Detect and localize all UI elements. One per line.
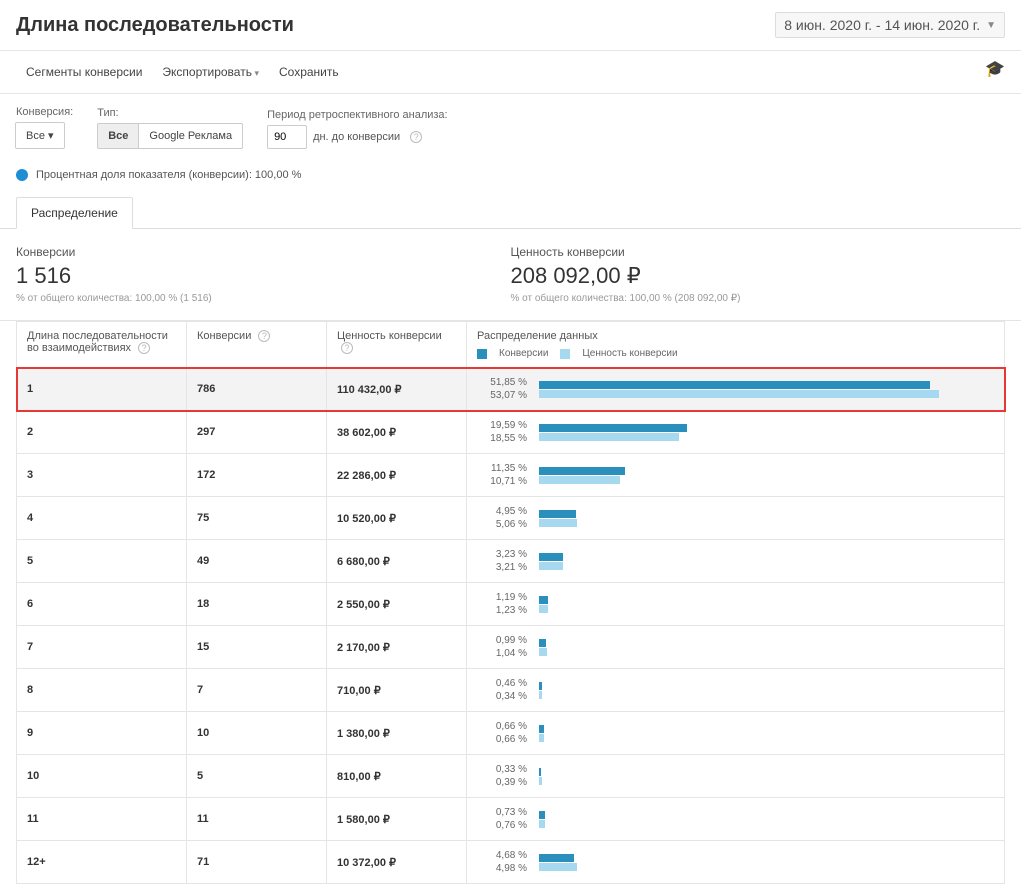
help-icon[interactable]: ?	[138, 342, 150, 354]
type-google-button[interactable]: Google Реклама	[138, 123, 243, 149]
cell-dist: 11,35 %10,71 %	[467, 454, 1005, 497]
conversion-label: Конверсия:	[16, 106, 73, 118]
help-icon[interactable]: ?	[341, 342, 353, 354]
retro-unit: дн. до конверсии	[313, 131, 400, 143]
table-row[interactable]: 6182 550,00 ₽1,19 %1,23 %	[17, 583, 1005, 626]
cell-val: 38 602,00 ₽	[327, 411, 467, 454]
cell-conv: 5	[187, 755, 327, 798]
cell-conv: 18	[187, 583, 327, 626]
summary-conversions-label: Конверсии	[16, 245, 491, 259]
cell-val: 710,00 ₽	[327, 669, 467, 712]
cell-val: 1 580,00 ₽	[327, 798, 467, 841]
cell-val: 810,00 ₽	[327, 755, 467, 798]
help-icon[interactable]: ?	[258, 330, 270, 342]
cell-conv: 786	[187, 368, 327, 411]
cell-conv: 10	[187, 712, 327, 755]
conversion-all-button[interactable]: Все ▾	[15, 122, 65, 149]
chevron-down-icon: ▼	[986, 20, 996, 31]
education-icon[interactable]: 🎓	[985, 59, 1005, 79]
cell-conv: 297	[187, 411, 327, 454]
type-label: Тип:	[97, 107, 243, 119]
cell-dist: 4,68 %4,98 %	[467, 841, 1005, 884]
cell-dist: 0,73 %0,76 %	[467, 798, 1005, 841]
table-row[interactable]: 9101 380,00 ₽0,66 %0,66 %	[17, 712, 1005, 755]
cell-val: 110 432,00 ₽	[327, 368, 467, 411]
cell-conv: 75	[187, 497, 327, 540]
cell-conv: 71	[187, 841, 327, 884]
data-table: Длина последовательности во взаимодейств…	[16, 321, 1005, 884]
legend-text: Процентная доля показателя (конверсии): …	[36, 169, 301, 181]
save-button[interactable]: Сохранить	[269, 59, 349, 85]
table-row[interactable]: 7152 170,00 ₽0,99 %1,04 %	[17, 626, 1005, 669]
th-conv[interactable]: Конверсии ?	[187, 322, 327, 368]
date-range-picker[interactable]: 8 июн. 2020 г. - 14 июн. 2020 г. ▼	[775, 12, 1005, 38]
cell-seq: 4	[17, 497, 187, 540]
table-row[interactable]: 229738 602,00 ₽19,59 %18,55 %	[17, 411, 1005, 454]
type-all-button[interactable]: Все	[97, 123, 139, 149]
summary-value-value: 208 092,00 ₽	[511, 263, 986, 289]
table-row[interactable]: 317222 286,00 ₽11,35 %10,71 %	[17, 454, 1005, 497]
table-row[interactable]: 11111 580,00 ₽0,73 %0,76 %	[17, 798, 1005, 841]
cell-dist: 0,46 %0,34 %	[467, 669, 1005, 712]
cell-val: 10 372,00 ₽	[327, 841, 467, 884]
table-row[interactable]: 105810,00 ₽0,33 %0,39 %	[17, 755, 1005, 798]
tab-distribution[interactable]: Распределение	[16, 197, 133, 229]
date-range-text: 8 июн. 2020 г. - 14 июн. 2020 г.	[784, 17, 980, 33]
summary-conversions-value: 1 516	[16, 263, 491, 289]
cell-dist: 0,99 %1,04 %	[467, 626, 1005, 669]
table-row[interactable]: 47510 520,00 ₽4,95 %5,06 %	[17, 497, 1005, 540]
cell-dist: 51,85 %53,07 %	[467, 368, 1005, 411]
th-seq[interactable]: Длина последовательности во взаимодейств…	[17, 322, 187, 368]
cell-seq: 11	[17, 798, 187, 841]
cell-val: 10 520,00 ₽	[327, 497, 467, 540]
cell-val: 2 170,00 ₽	[327, 626, 467, 669]
export-button[interactable]: Экспортировать	[152, 59, 269, 85]
th-dist: Распределение данных Конверсии Ценность …	[467, 322, 1005, 368]
table-row[interactable]: 87710,00 ₽0,46 %0,34 %	[17, 669, 1005, 712]
summary-conversions-sub: % от общего количества: 100,00 % (1 516)	[16, 293, 491, 304]
legend-square-light-icon	[560, 349, 570, 359]
cell-conv: 49	[187, 540, 327, 583]
cell-conv: 7	[187, 669, 327, 712]
cell-seq: 7	[17, 626, 187, 669]
cell-val: 1 380,00 ₽	[327, 712, 467, 755]
summary-value-label: Ценность конверсии	[511, 245, 986, 259]
cell-val: 2 550,00 ₽	[327, 583, 467, 626]
cell-seq: 9	[17, 712, 187, 755]
retro-label: Период ретроспективного анализа:	[267, 109, 448, 121]
cell-dist: 0,33 %0,39 %	[467, 755, 1005, 798]
retro-days-input[interactable]	[267, 125, 307, 149]
cell-dist: 19,59 %18,55 %	[467, 411, 1005, 454]
th-val[interactable]: Ценность конверсии ?	[327, 322, 467, 368]
cell-val: 6 680,00 ₽	[327, 540, 467, 583]
legend-square-dark-icon	[477, 349, 487, 359]
cell-dist: 0,66 %0,66 %	[467, 712, 1005, 755]
cell-dist: 4,95 %5,06 %	[467, 497, 1005, 540]
table-row[interactable]: 1786110 432,00 ₽51,85 %53,07 %	[17, 368, 1005, 411]
cell-conv: 11	[187, 798, 327, 841]
legend-dot-icon	[16, 169, 28, 181]
cell-seq: 8	[17, 669, 187, 712]
page-title: Длина последовательности	[16, 14, 294, 37]
cell-seq: 3	[17, 454, 187, 497]
table-row[interactable]: 5496 680,00 ₽3,23 %3,21 %	[17, 540, 1005, 583]
cell-conv: 172	[187, 454, 327, 497]
cell-seq: 12+	[17, 841, 187, 884]
cell-seq: 6	[17, 583, 187, 626]
cell-seq: 5	[17, 540, 187, 583]
cell-dist: 3,23 %3,21 %	[467, 540, 1005, 583]
cell-seq: 1	[17, 368, 187, 411]
table-row[interactable]: 12+7110 372,00 ₽4,68 %4,98 %	[17, 841, 1005, 884]
help-icon[interactable]: ?	[410, 131, 422, 143]
cell-seq: 2	[17, 411, 187, 454]
cell-dist: 1,19 %1,23 %	[467, 583, 1005, 626]
cell-val: 22 286,00 ₽	[327, 454, 467, 497]
segments-button[interactable]: Сегменты конверсии	[16, 59, 152, 85]
summary-value-sub: % от общего количества: 100,00 % (208 09…	[511, 293, 986, 304]
cell-seq: 10	[17, 755, 187, 798]
cell-conv: 15	[187, 626, 327, 669]
